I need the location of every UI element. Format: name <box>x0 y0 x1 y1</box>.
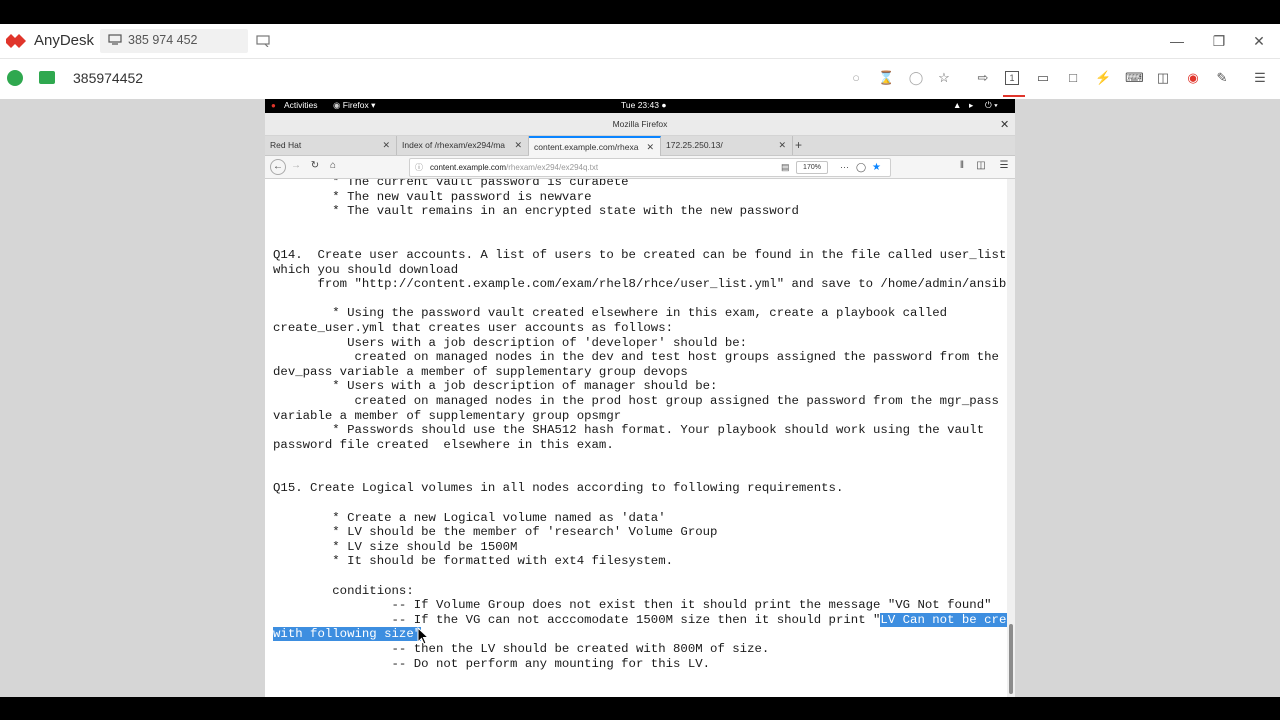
info-icon[interactable]: ⓘ <box>415 159 423 176</box>
new-session-icon[interactable] <box>256 35 270 47</box>
doc-text-after: -- then the LV should be created with 80… <box>391 642 770 671</box>
favorite-star-icon[interactable]: ☆ <box>936 70 952 86</box>
close-tab-icon[interactable]: ✕ <box>646 138 654 156</box>
minimize-button[interactable]: — <box>1169 33 1185 49</box>
app-menu-label: Firefox <box>342 100 369 110</box>
close-tab-icon[interactable]: ✕ <box>514 136 522 155</box>
url-bar[interactable]: ⓘ content.example.com/rhexam/ex294/ex294… <box>409 158 891 177</box>
close-tab-icon[interactable]: ✕ <box>382 136 390 155</box>
pocket-icon[interactable]: ◯ <box>856 159 866 176</box>
session-tab[interactable]: 385 974 452 <box>100 29 248 53</box>
whiteboard-pen-icon[interactable]: ✎ <box>1214 70 1230 86</box>
anydesk-toolbar: 385974452 ○ ⌛ ◯ ☆ ⇨ 1 ▭ □ ⚡ ⌨ ◫ ◉ ✎ ☰ <box>0 59 1280 100</box>
firefox-icon: ◉ <box>333 100 343 110</box>
redhat-icon: ● <box>271 101 276 110</box>
vertical-scrollbar[interactable] <box>1007 179 1015 697</box>
monitor-icon <box>108 34 122 45</box>
record-icon[interactable]: ◉ <box>1185 70 1201 86</box>
scrollbar-thumb[interactable] <box>1009 624 1013 694</box>
hourglass-icon[interactable]: ⌛ <box>878 70 894 86</box>
anydesk-app-name: AnyDesk <box>34 32 95 49</box>
activities-button[interactable]: Activities <box>284 100 318 110</box>
gnome-top-bar: ● Activities ◉ Firefox ▾ Tue 23:43 ● ▲ ▸… <box>265 99 1015 113</box>
power-icon[interactable]: ⏻ ▾ <box>985 100 998 111</box>
chat-icon[interactable]: □ <box>1065 70 1081 86</box>
display-icon[interactable]: ▭ <box>1035 70 1051 86</box>
session-tab-label: 385 974 452 <box>128 33 198 47</box>
menu-icon[interactable]: ☰ <box>1252 70 1268 86</box>
file-transfer-icon[interactable]: ⇨ <box>975 70 991 86</box>
back-arrow-icon[interactable]: ← <box>270 159 286 175</box>
clock-label: Tue 23:43 <box>621 100 659 110</box>
page-content: * The current vault password is curabete… <box>265 179 1007 697</box>
network-icon[interactable]: ▲ <box>953 100 961 110</box>
home-icon[interactable]: ⌂ <box>326 159 340 173</box>
library-icon[interactable]: ‖ <box>955 159 969 173</box>
keyboard-icon[interactable]: ⌨ <box>1125 70 1144 86</box>
hamburger-menu-icon[interactable]: ☰ <box>997 159 1011 173</box>
selected-text-continued: with following size" <box>273 627 422 642</box>
firefox-app-menu[interactable]: ◉ Firefox ▾ <box>333 100 375 111</box>
tab-label: content.example.com/rhexa <box>534 142 639 152</box>
exam-text-document[interactable]: * The current vault password is curabete… <box>273 179 1007 671</box>
firefox-tab-bar: Red Hat ✕ Index of /rhexam/ex294/ma ✕ cont… <box>265 136 1015 156</box>
selected-text: LV Can not be created <box>880 612 1007 627</box>
remote-id: 385974452 <box>73 70 144 86</box>
tab-content-example[interactable]: content.example.com/rhexa ✕ <box>529 136 661 156</box>
reader-view-icon[interactable]: ▤ <box>781 159 790 176</box>
sidebar-icon[interactable]: ◫ <box>974 159 988 173</box>
close-window-button[interactable]: ✕ <box>1251 33 1267 49</box>
chevron-down-icon: ▾ <box>371 100 376 110</box>
anydesk-title-bar: AnyDesk 385 974 452 — ❐ ✕ <box>0 24 1280 59</box>
doc-text-before: * The current vault password is curabete… <box>273 179 1007 627</box>
database-icon[interactable]: ◯ <box>908 70 924 86</box>
firefox-nav-bar: ← → ↻ ⌂ ⓘ content.example.com/rhexam/ex2… <box>265 156 1015 179</box>
remote-screen-icon <box>39 71 55 84</box>
bookmark-star-icon[interactable]: ★ <box>872 159 881 176</box>
active-tool-indicator <box>1003 95 1025 97</box>
close-tab-icon[interactable]: ✕ <box>778 136 786 155</box>
connection-ok-icon <box>7 70 23 86</box>
actions-lightning-icon[interactable]: ⚡ <box>1095 70 1111 86</box>
restore-button[interactable]: ❐ <box>1211 33 1227 49</box>
url-text: content.example.com/rhexam/ex294/ex294q.… <box>430 159 598 176</box>
new-tab-plus-icon[interactable]: + <box>795 136 802 155</box>
privacy-icon[interactable]: ○ <box>848 70 864 86</box>
firefox-window: Mozilla Firefox ✕ Red Hat ✕ Index of /rhe… <box>265 113 1015 697</box>
mouse-cursor-icon <box>417 627 429 645</box>
firefox-title-bar: Mozilla Firefox ✕ <box>265 113 1015 136</box>
tab-label: Index of /rhexam/ex294/ma <box>402 140 506 150</box>
close-icon[interactable]: ✕ <box>1000 118 1009 131</box>
tab-172-25-250-13[interactable]: 172.25.250.13/ ✕ <box>661 136 793 155</box>
letterbox-bottom <box>0 697 1280 720</box>
page-actions-icon[interactable]: ⋯ <box>840 159 849 176</box>
clock[interactable]: Tue 23:43 ● <box>621 100 666 110</box>
url-path: /rhexam/ex294/ex294q.txt <box>506 163 599 172</box>
zoom-level-button[interactable]: 170% <box>796 161 828 174</box>
display-1-icon[interactable]: 1 <box>1005 71 1019 85</box>
tab-label: 172.25.250.13/ <box>666 140 723 150</box>
anydesk-logo-icon <box>6 34 26 48</box>
forward-arrow-icon[interactable]: → <box>289 159 303 173</box>
tab-red-hat[interactable]: Red Hat ✕ <box>265 136 397 155</box>
permissions-icon[interactable]: ◫ <box>1155 70 1171 86</box>
tab-index-of-rhexam[interactable]: Index of /rhexam/ex294/ma ✕ <box>397 136 529 155</box>
url-host: content.example.com <box>430 163 507 172</box>
volume-icon[interactable]: ▸ <box>969 100 973 111</box>
window-title: Mozilla Firefox <box>612 119 668 129</box>
tab-label: Red Hat <box>270 140 302 150</box>
reload-icon[interactable]: ↻ <box>308 159 322 173</box>
